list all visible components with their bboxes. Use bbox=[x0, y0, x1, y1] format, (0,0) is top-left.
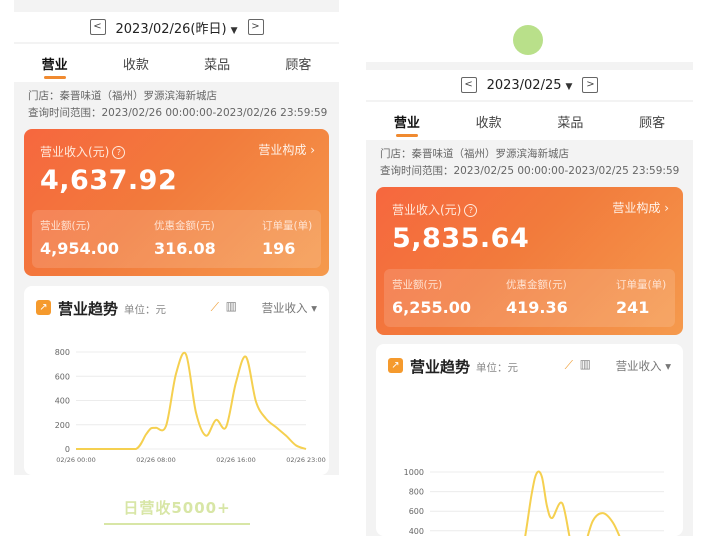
store-info: 门店：秦晋味道（福州）罗源滨海新城店 查询时间范围：2023/02/25 00:… bbox=[380, 146, 679, 180]
date-text: 2023/02/26(昨日) bbox=[115, 21, 227, 37]
y-tick-label: 600 bbox=[409, 507, 424, 516]
tab-bar: 营业 收款 菜品 顾客 bbox=[14, 44, 339, 82]
x-tick-label: 02/26 23:00 bbox=[286, 456, 326, 464]
tab-dishes[interactable]: 菜品 bbox=[530, 102, 612, 140]
tab-bar: 营业 收款 菜品 顾客 bbox=[366, 102, 693, 140]
store-name: 门店：秦晋味道（福州）罗源滨海新城店 bbox=[28, 90, 217, 102]
y-tick-label: 600 bbox=[55, 372, 70, 381]
stat-turnover: 营业额(元) 4,954.00 bbox=[40, 218, 119, 258]
income-label-text: 营业收入(元) bbox=[392, 203, 462, 217]
x-tick-label: 02/26 00:00 bbox=[56, 456, 96, 464]
trend-card: ↗ 营业趋势 单位：元 ⟋ ▥ 营业收入 ▾ 02004006008001000… bbox=[376, 344, 683, 536]
y-tick-label: 400 bbox=[409, 527, 424, 536]
help-icon[interactable]: ? bbox=[112, 146, 126, 159]
right-phone-screen: < 2023/02/25 ▼ > 营业 收款 菜品 顾客 门店：秦晋味道（福州）罗… bbox=[366, 62, 693, 536]
caption-underline bbox=[104, 523, 250, 525]
y-tick-label: 400 bbox=[55, 397, 70, 406]
stat-orders: 订单量(单) 196 bbox=[262, 218, 312, 258]
stat-value: 6,255.00 bbox=[392, 298, 471, 317]
income-card: 营业收入(元)? 营业构成 › 4,637.92 营业额(元) 4,954.00… bbox=[24, 129, 329, 276]
date-dropdown[interactable]: 2023/02/25 ▼ bbox=[487, 78, 573, 93]
stat-turnover: 营业额(元) 6,255.00 bbox=[392, 277, 471, 317]
stats-box: 营业额(元) 6,255.00 优惠金额(元) 419.36 订单量(单) 24… bbox=[384, 269, 675, 327]
help-icon[interactable]: ? bbox=[464, 204, 478, 217]
caret-down-icon: ▼ bbox=[230, 25, 238, 36]
income-card: 营业收入(元)? 营业构成 › 5,835.64 营业额(元) 6,255.00… bbox=[376, 187, 683, 335]
date-selector: < 2023/02/26(昨日) ▼ > bbox=[14, 12, 339, 42]
tab-customers[interactable]: 顾客 bbox=[258, 44, 339, 82]
stat-label: 订单量(单) bbox=[262, 220, 313, 232]
income-amount: 5,835.64 bbox=[392, 223, 530, 254]
prev-day-button[interactable]: < bbox=[89, 19, 106, 35]
stat-label: 优惠金额(元) bbox=[506, 279, 567, 291]
y-tick-label: 800 bbox=[409, 488, 424, 497]
store-name: 门店：秦晋味道（福州）罗源滨海新城店 bbox=[380, 148, 569, 160]
tab-payment[interactable]: 收款 bbox=[95, 44, 176, 82]
stat-label: 营业额(元) bbox=[392, 279, 443, 291]
stats-box: 营业额(元) 4,954.00 优惠金额(元) 316.08 订单量(单) 19… bbox=[32, 210, 321, 268]
stat-value: 316.08 bbox=[154, 239, 216, 258]
decorative-dot bbox=[513, 25, 543, 55]
store-info: 门店：秦晋味道（福州）罗源滨海新城店 查询时间范围：2023/02/26 00:… bbox=[28, 88, 327, 122]
stat-value: 419.36 bbox=[506, 298, 568, 317]
query-range: 查询时间范围：2023/02/25 00:00:00-2023/02/25 23… bbox=[380, 165, 680, 177]
income-label: 营业收入(元)? bbox=[392, 201, 478, 218]
tab-dishes[interactable]: 菜品 bbox=[177, 44, 258, 82]
caption-text: 日营收5000+ bbox=[123, 499, 231, 517]
tab-business[interactable]: 营业 bbox=[14, 44, 95, 82]
date-dropdown[interactable]: 2023/02/26(昨日) ▼ bbox=[116, 18, 238, 37]
income-label-text: 营业收入(元) bbox=[40, 145, 110, 159]
composition-link[interactable]: 营业构成 › bbox=[258, 141, 315, 158]
caret-down-icon: ▼ bbox=[565, 81, 573, 92]
y-tick-label: 200 bbox=[55, 421, 70, 430]
left-phone-screen: < 2023/02/26(昨日) ▼ > 营业 收款 菜品 顾客 门店：秦晋味道（… bbox=[14, 0, 339, 475]
stat-value: 196 bbox=[262, 239, 296, 258]
next-day-button[interactable]: > bbox=[582, 77, 599, 93]
date-text: 2023/02/25 bbox=[486, 77, 562, 93]
stat-value: 241 bbox=[616, 298, 650, 317]
query-range: 查询时间范围：2023/02/26 00:00:00-2023/02/26 23… bbox=[28, 107, 328, 119]
stat-label: 优惠金额(元) bbox=[154, 220, 215, 232]
trend-card: ↗ 营业趋势 单位：元 ⟋ ▥ 营业收入 ▾ 0 200 400 600 800 02/2… bbox=[24, 286, 329, 475]
trend-chart: 0 200 400 600 800 02/26 00:00 02/26 08:00 02/26… bbox=[55, 348, 326, 464]
y-tick-label: 800 bbox=[55, 348, 70, 357]
next-day-button[interactable]: > bbox=[247, 19, 264, 35]
stat-value: 4,954.00 bbox=[40, 239, 119, 258]
stat-discount: 优惠金额(元) 419.36 bbox=[506, 277, 568, 317]
stat-discount: 优惠金额(元) 316.08 bbox=[154, 218, 216, 258]
stat-label: 营业额(元) bbox=[40, 220, 91, 232]
x-tick-label: 02/26 16:00 bbox=[216, 456, 256, 464]
prev-day-button[interactable]: < bbox=[460, 77, 477, 93]
stat-label: 订单量(单) bbox=[616, 279, 667, 291]
x-tick-label: 02/26 08:00 bbox=[136, 456, 176, 464]
tab-business[interactable]: 营业 bbox=[366, 102, 448, 140]
y-tick-label: 1000 bbox=[404, 468, 424, 477]
tab-customers[interactable]: 顾客 bbox=[611, 102, 693, 140]
stat-orders: 订单量(单) 241 bbox=[616, 277, 666, 317]
composition-link[interactable]: 营业构成 › bbox=[612, 199, 669, 216]
income-label: 营业收入(元)? bbox=[40, 143, 126, 160]
trend-chart: 0200400600800100002/25 00:0002/25 08:000… bbox=[404, 468, 664, 536]
y-tick-label: 0 bbox=[65, 445, 70, 454]
income-amount: 4,637.92 bbox=[40, 165, 178, 196]
tab-payment[interactable]: 收款 bbox=[448, 102, 530, 140]
date-selector: < 2023/02/25 ▼ > bbox=[366, 70, 693, 100]
series-line bbox=[524, 470, 621, 536]
